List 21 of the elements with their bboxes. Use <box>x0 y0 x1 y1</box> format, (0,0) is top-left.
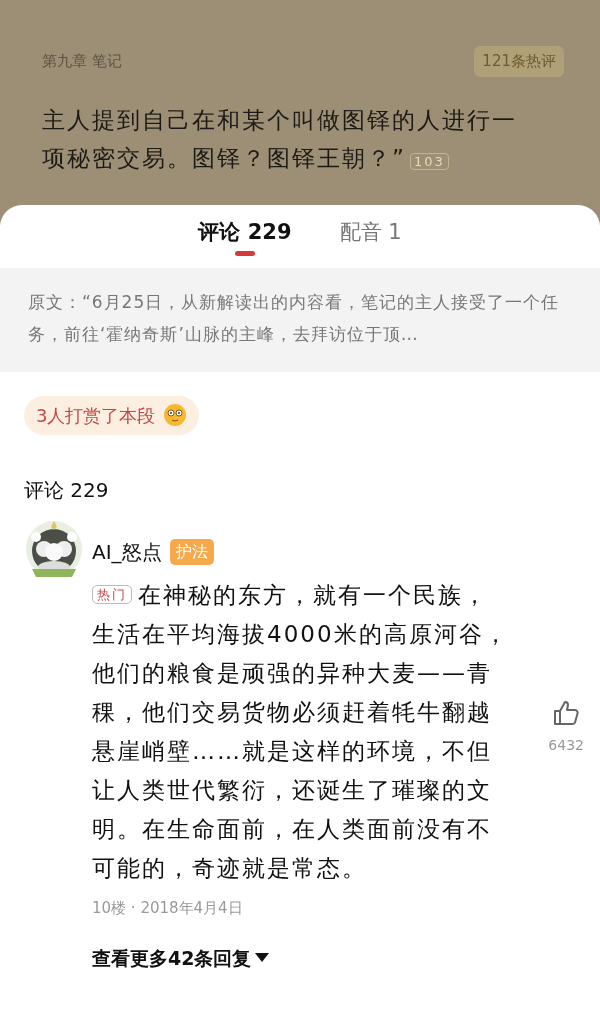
hot-comments-button[interactable]: 121条热评 <box>474 46 564 77</box>
reader-text: 项秘密交易。图铎？图铎王朝？” <box>42 144 406 171</box>
role-badge: 护法 <box>169 538 214 565</box>
thumbs-up-icon[interactable] <box>552 698 581 727</box>
caret-icon <box>255 952 270 963</box>
username[interactable]: AI_怒点 <box>92 536 162 567</box>
hot-tag: 热门 <box>92 584 132 604</box>
chapter-title: 第九章 笔记 <box>42 51 122 72</box>
like-count: 6432 <box>548 735 584 755</box>
more-replies-link[interactable]: 查看更多42条回复 <box>92 943 270 972</box>
reader-text: 主人提到自己在和某个叫做图铎的人进行一 <box>42 106 517 133</box>
section-title: 评论 229 <box>24 477 109 502</box>
comment-meta: 10楼 · 2018年4月4日 <box>92 898 243 917</box>
tab[interactable]: 配音 1 <box>339 205 402 260</box>
tip-text: 3人打赏了本段 <box>36 403 156 428</box>
quote-text: 原文：“6月25日，从新解读出的内容看，笔记的主人接受了一个任务，前往‘霍纳奇斯’山脉的主峰，去拜访位于顶… <box>0 267 600 372</box>
comment-text: $^{热门}$ 在神秘的东方，就有一个民族，生活在平均海拔4000米的高原河谷，他们的粮食是顽强的异种大麦——青稞，他们交易货物必须赶着牦牛翻越悬崖峭壁……就是这样的环境，不但让人类世代繁衍，还诞生了璀璨的文明。在生命面前，在人类面前没有不可能的，奇迹就是常态。 <box>92 580 510 883</box>
tab[interactable]: 评论 229 <box>198 205 292 260</box>
emoji-icon <box>163 403 188 427</box>
tip-banner[interactable]: 3人打赏了本段 <box>24 395 200 435</box>
paragraph-comment-count[interactable]: 103 <box>409 152 449 170</box>
